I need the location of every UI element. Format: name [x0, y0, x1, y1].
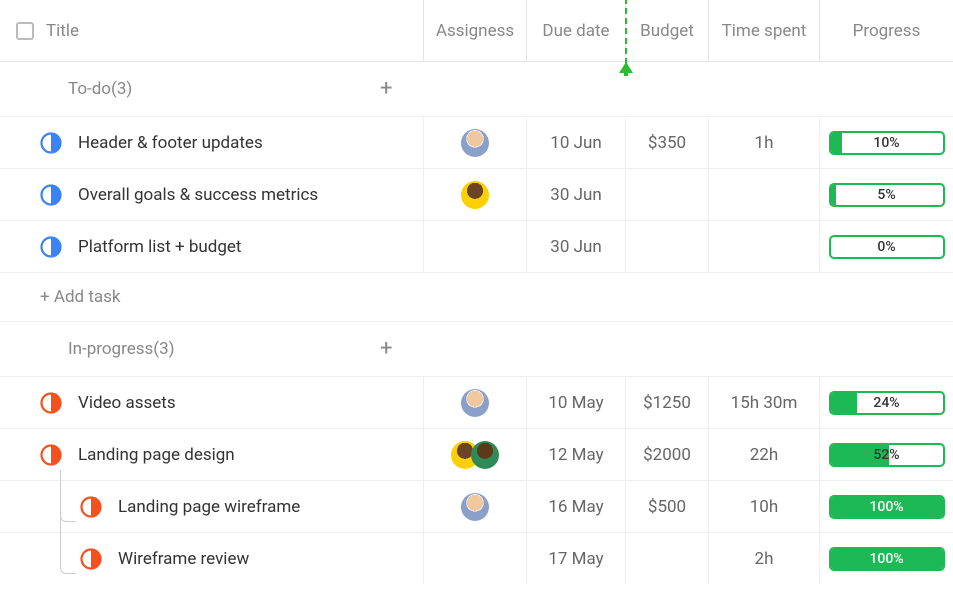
budget-cell[interactable]: $2000 [625, 429, 708, 480]
task-title-cell: Landing page design [0, 444, 423, 466]
due-date-cell[interactable]: 12 May [526, 429, 625, 480]
status-icon [40, 444, 62, 466]
task-name[interactable]: Landing page wireframe [118, 497, 300, 517]
task-title-cell: Overall goals & success metrics [0, 184, 423, 206]
task-name[interactable]: Video assets [78, 393, 176, 413]
avatar[interactable] [461, 181, 489, 209]
table-row[interactable]: Wireframe review 17 May 2h 100% [0, 532, 953, 584]
progress-label: 52% [831, 445, 943, 465]
progress-label: 0% [831, 237, 943, 257]
task-title-cell: Wireframe review [0, 548, 423, 570]
due-date-cell[interactable]: 16 May [526, 481, 625, 532]
assignees-cell[interactable] [423, 481, 526, 532]
header-progress[interactable]: Progress [819, 0, 953, 61]
avatar[interactable] [461, 129, 489, 157]
time-spent-cell[interactable]: 10h [708, 481, 819, 532]
select-all-checkbox[interactable] [16, 22, 34, 40]
avatar[interactable] [461, 493, 489, 521]
task-name[interactable]: Landing page design [78, 445, 235, 465]
table-row[interactable]: Header & footer updates 10 Jun $350 1h 1… [0, 116, 953, 168]
time-spent-cell[interactable]: 15h 30m [708, 377, 819, 428]
budget-cell[interactable] [625, 533, 708, 584]
group-title: To-do(3) [68, 79, 132, 99]
progress-bar[interactable]: 24% [829, 391, 945, 415]
progress-cell: 0% [819, 221, 953, 272]
header-title-cell: Title [0, 21, 423, 41]
assignees-cell[interactable] [423, 221, 526, 272]
due-date-cell[interactable]: 30 Jun [526, 169, 625, 220]
assignees-cell[interactable] [423, 377, 526, 428]
time-spent-cell[interactable] [708, 169, 819, 220]
table-row[interactable]: Overall goals & success metrics 30 Jun 5… [0, 168, 953, 220]
progress-bar[interactable]: 100% [829, 495, 945, 519]
time-spent-cell[interactable]: 22h [708, 429, 819, 480]
due-date-cell[interactable]: 17 May [526, 533, 625, 584]
progress-bar[interactable]: 52% [829, 443, 945, 467]
status-icon [40, 392, 62, 414]
budget-cell[interactable] [625, 169, 708, 220]
group-title: In-progress(3) [68, 339, 175, 359]
status-icon [80, 548, 102, 570]
add-task-icon[interactable]: + [380, 338, 392, 360]
group-header[interactable]: To-do(3) + [0, 62, 953, 116]
task-title-cell: Header & footer updates [0, 132, 423, 154]
due-date-cell[interactable]: 10 May [526, 377, 625, 428]
status-icon [40, 236, 62, 258]
time-spent-cell[interactable] [708, 221, 819, 272]
table-row[interactable]: Landing page design 12 May $2000 22h 52% [0, 428, 953, 480]
progress-label: 10% [831, 133, 943, 153]
progress-label: 24% [831, 393, 943, 413]
table-header: Title Assigness Due date Budget Time spe… [0, 0, 953, 62]
assignees-cell[interactable] [423, 533, 526, 584]
due-date-cell[interactable]: 10 Jun [526, 117, 625, 168]
avatar[interactable] [461, 389, 489, 417]
progress-cell: 24% [819, 377, 953, 428]
table-row[interactable]: Video assets 10 May $1250 15h 30m 24% [0, 376, 953, 428]
header-budget[interactable]: Budget [625, 0, 708, 61]
header-assignees[interactable]: Assigness [423, 0, 526, 61]
task-title-cell: Platform list + budget [0, 236, 423, 258]
task-name[interactable]: Overall goals & success metrics [78, 185, 318, 205]
progress-label: 100% [831, 549, 943, 569]
progress-bar[interactable]: 0% [829, 235, 945, 259]
header-due-date[interactable]: Due date [526, 0, 625, 61]
assignees-cell[interactable] [423, 169, 526, 220]
progress-cell: 100% [819, 533, 953, 584]
progress-cell: 5% [819, 169, 953, 220]
progress-label: 100% [831, 497, 943, 517]
progress-cell: 100% [819, 481, 953, 532]
task-name[interactable]: Wireframe review [118, 549, 249, 569]
header-time-spent[interactable]: Time spent [708, 0, 819, 61]
table-row[interactable]: Platform list + budget 30 Jun 0% [0, 220, 953, 272]
status-icon [40, 184, 62, 206]
add-task-icon[interactable]: + [380, 78, 392, 100]
add-task-button[interactable]: + Add task [0, 272, 953, 322]
progress-label: 5% [831, 185, 943, 205]
progress-bar[interactable]: 5% [829, 183, 945, 207]
task-name[interactable]: Platform list + budget [78, 237, 241, 257]
header-title-label: Title [46, 21, 79, 41]
budget-cell[interactable] [625, 221, 708, 272]
budget-cell[interactable]: $500 [625, 481, 708, 532]
task-title-cell: Video assets [0, 392, 423, 414]
budget-cell[interactable]: $1250 [625, 377, 708, 428]
table-row[interactable]: Landing page wireframe 16 May $500 10h 1… [0, 480, 953, 532]
status-icon [40, 132, 62, 154]
time-spent-cell[interactable]: 2h [708, 533, 819, 584]
progress-cell: 10% [819, 117, 953, 168]
task-table: Title Assigness Due date Budget Time spe… [0, 0, 953, 584]
time-spent-cell[interactable]: 1h [708, 117, 819, 168]
progress-bar[interactable]: 100% [829, 547, 945, 571]
assignees-cell[interactable] [423, 429, 526, 480]
assignees-cell[interactable] [423, 117, 526, 168]
status-icon [80, 496, 102, 518]
group-header[interactable]: In-progress(3) + [0, 322, 953, 376]
progress-cell: 52% [819, 429, 953, 480]
task-name[interactable]: Header & footer updates [78, 133, 263, 153]
budget-cell[interactable]: $350 [625, 117, 708, 168]
progress-bar[interactable]: 10% [829, 131, 945, 155]
tree-connector-icon [60, 470, 76, 574]
avatar[interactable] [471, 441, 499, 469]
due-date-cell[interactable]: 30 Jun [526, 221, 625, 272]
